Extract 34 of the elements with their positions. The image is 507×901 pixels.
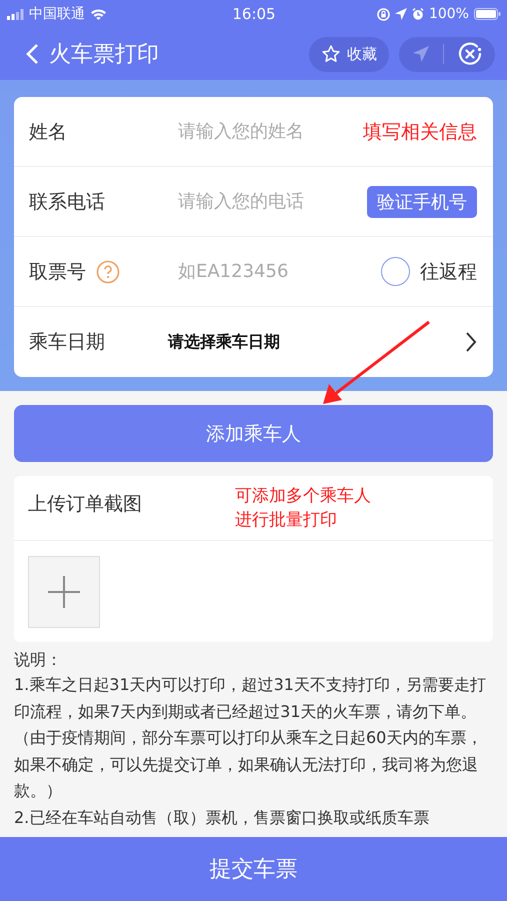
add-image-icon[interactable] xyxy=(28,556,100,628)
star-icon xyxy=(321,44,341,64)
help-icon[interactable] xyxy=(96,260,120,284)
radio-button[interactable] xyxy=(381,257,410,286)
round-trip-label: 往返程 xyxy=(420,260,477,284)
annotation-text: 填写相关信息 xyxy=(363,120,477,144)
clock-time: 16:05 xyxy=(232,5,276,23)
annotation-text: 可添加多个乘车人 进行批量打印 xyxy=(235,485,371,532)
add-passenger-button[interactable]: 添加乘车人 xyxy=(14,405,493,462)
field-label: 取票号 xyxy=(29,260,86,284)
chevron-right-icon[interactable] xyxy=(465,331,477,353)
battery-percent: 100% xyxy=(428,6,469,22)
location-icon xyxy=(394,8,407,20)
signal-icon xyxy=(7,8,24,20)
battery-icon xyxy=(474,8,501,20)
submit-button[interactable]: 提交车票 xyxy=(0,837,507,901)
date-picker[interactable]: 请选择乘车日期 xyxy=(168,332,280,352)
navigation-icon[interactable] xyxy=(412,45,430,63)
upload-title: 上传订单截图 xyxy=(28,492,142,517)
notes-title: 说明： xyxy=(14,649,63,671)
rotation-lock-icon xyxy=(376,8,390,20)
back-icon[interactable] xyxy=(25,43,39,65)
close-icon[interactable] xyxy=(456,41,482,67)
carrier-name: 中国联通 xyxy=(29,5,85,23)
field-label: 联系电话 xyxy=(29,190,105,214)
page-title: 火车票打印 xyxy=(49,41,159,69)
notes-paragraph: 2.已经在车站自动售（取）票机，售票窗口换取或纸质车票 xyxy=(14,806,430,828)
verify-phone-button[interactable]: 验证手机号 xyxy=(367,186,477,218)
field-label: 姓名 xyxy=(29,120,67,144)
wifi-icon xyxy=(90,8,107,20)
alarm-icon xyxy=(412,8,424,20)
favorite-button[interactable]: 收藏 xyxy=(309,36,389,72)
notes-paragraph: 1.乘车之日起31天内可以打印，超过31天不支持打印，另需要走打印流程，如果7天内到期或者已经超过31天的火车票，请勿下单。（由于疫情期间，部分车票可以打印从乘车之日起60天内的车票，如果不确定，可以先提交订单，如果确认无法打印，我司将为您退款。） xyxy=(14,674,487,802)
field-label: 乘车日期 xyxy=(29,330,105,355)
